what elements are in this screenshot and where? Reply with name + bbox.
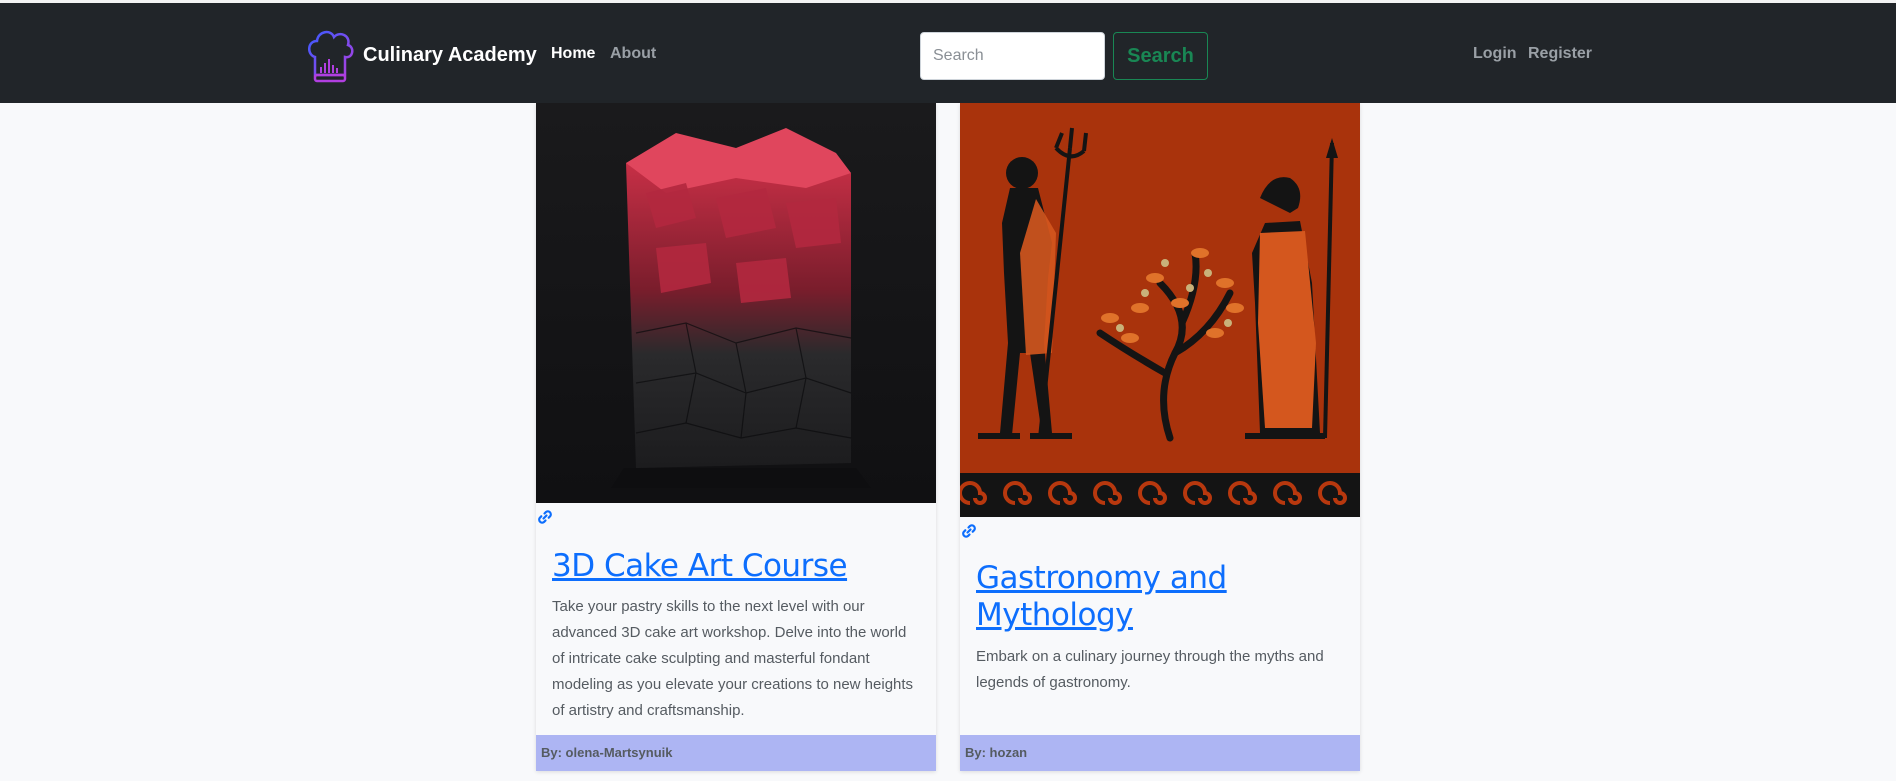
course-author: By: hozan [960,735,1360,771]
link-icon[interactable] [960,522,978,540]
chef-hat-logo-icon [308,30,354,83]
course-card: Gastronomy and Mythology Embark on a cul… [960,103,1360,771]
course-title-link[interactable]: Gastronomy and Mythology [976,560,1346,634]
course-description: Take your pastry skills to the next leve… [552,598,914,719]
search-input[interactable] [920,32,1105,80]
link-icon[interactable] [536,508,554,526]
brand-link[interactable]: Culinary Academy [305,27,537,83]
course-image-mythology [960,103,1360,517]
course-card: 3D Cake Art Course Take your pastry skil… [536,103,936,771]
course-author: By: olena-Martsynuik [536,735,936,771]
search-button[interactable]: Search [1113,32,1208,80]
top-navbar: Culinary Academy Home About Search Login… [0,0,1896,103]
register-link[interactable]: Register [1528,45,1592,63]
nav-home-link[interactable]: Home [551,45,595,63]
brand-name: Culinary Academy [363,43,537,66]
course-title-link[interactable]: 3D Cake Art Course [552,548,922,585]
course-image-cake [536,103,936,503]
course-description: Embark on a culinary journey through the… [976,648,1324,691]
login-link[interactable]: Login [1473,45,1517,63]
nav-about-link[interactable]: About [610,45,656,63]
